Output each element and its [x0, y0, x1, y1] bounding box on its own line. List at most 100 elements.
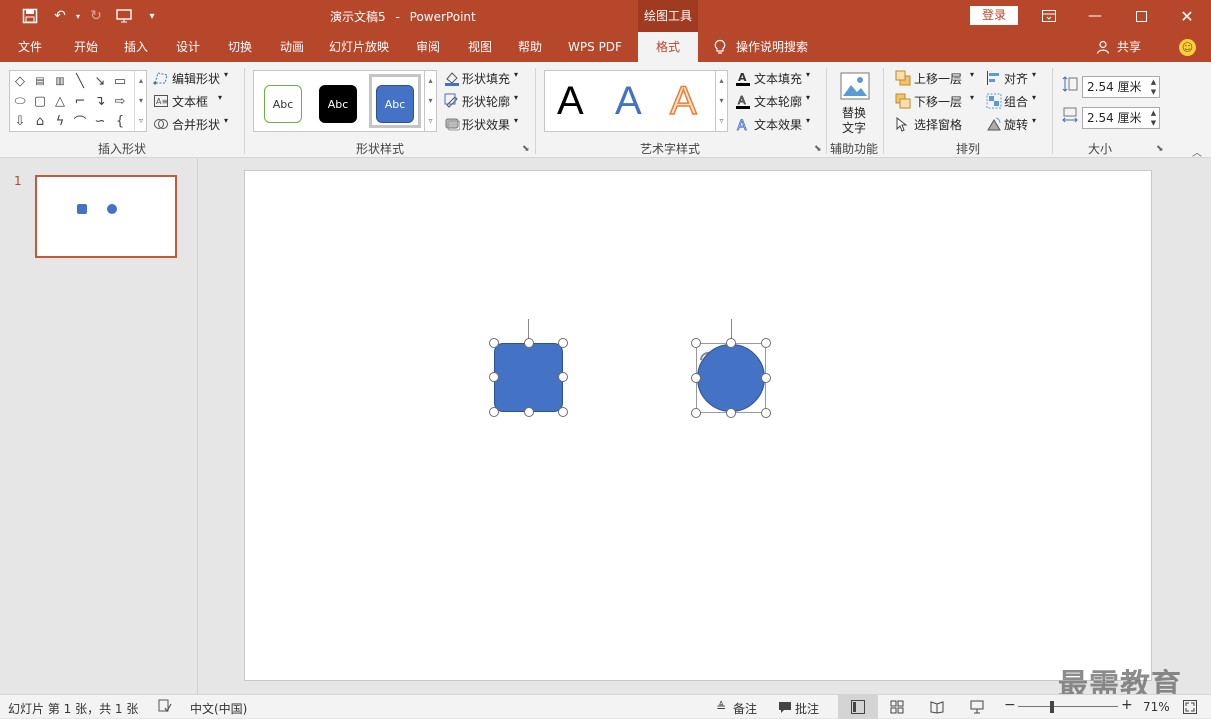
text-fill-dropdown-icon[interactable]: ▾ [806, 70, 810, 79]
text-effects-dropdown-icon[interactable]: ▾ [806, 116, 810, 125]
down-arrow-shape-icon[interactable]: ⇩ [11, 112, 29, 130]
collapse-ribbon-icon[interactable]: ︿ [1192, 144, 1202, 159]
diamond-shape-icon[interactable]: ◇ [11, 72, 29, 90]
tab-insert[interactable]: 插入 [114, 32, 158, 62]
shape-fill-button[interactable]: 形状填充 [462, 70, 510, 87]
smiley-feedback-icon[interactable]: ☺ [1179, 39, 1196, 56]
shape-outline-button[interactable]: 形状轮廓 [462, 93, 510, 110]
tab-review[interactable]: 审阅 [406, 32, 450, 62]
language-status[interactable]: 中文(中国) [190, 700, 247, 717]
size-dialog-launcher-icon[interactable]: ⬊ [1156, 144, 1164, 154]
textbox-shape-icon[interactable]: ▤ [31, 72, 49, 90]
shapes-gallery[interactable]: ◇ ▤ ▥ ╲ ↘ ▭ ⬭ ▢ △ ⌐ ↴ ⇨ ⇩ ⌂ ϟ ⌒ ∽ { ▴ ▾ ▿ [9, 70, 147, 132]
resize-handle-nw[interactable] [691, 338, 701, 348]
resize-handle-sw[interactable] [489, 407, 499, 417]
resize-handle-e[interactable] [761, 373, 771, 383]
freeform-shape-icon[interactable]: ⌂ [31, 112, 49, 130]
brace-shape-icon[interactable]: { [111, 112, 129, 130]
zoom-slider-thumb[interactable] [1050, 701, 1054, 713]
resize-handle-ne[interactable] [761, 338, 771, 348]
resize-handle-w[interactable] [489, 372, 499, 382]
share-button[interactable]: 共享 [1114, 32, 1144, 62]
merge-shapes-button[interactable]: 合并形状 [172, 116, 220, 133]
start-slideshow-icon[interactable] [114, 6, 134, 26]
close-icon[interactable]: ✕ [1164, 0, 1210, 32]
zoom-in-button[interactable]: + [1121, 697, 1133, 713]
arrow-line-shape-icon[interactable]: ↘ [91, 72, 109, 90]
bring-forward-dropdown-icon[interactable]: ▾ [970, 70, 974, 79]
share-person-icon[interactable] [1096, 40, 1110, 54]
group-button[interactable]: 组合 [1004, 93, 1028, 110]
ribbon-display-options-icon[interactable] [1026, 0, 1072, 32]
rotate-button[interactable]: 旋转 [1004, 116, 1028, 133]
reading-view-icon[interactable] [930, 700, 944, 717]
redo-icon[interactable]: ↻ [86, 6, 106, 26]
comments-button[interactable]: 批注 [795, 700, 819, 717]
shape-style-black[interactable]: Abc [319, 85, 357, 123]
rounded-rectangle-shape-icon[interactable]: ▢ [31, 92, 49, 110]
resize-handle-nw[interactable] [489, 338, 499, 348]
resize-handle-se[interactable] [761, 408, 771, 418]
elbow-arrow-shape-icon[interactable]: ↴ [91, 92, 109, 110]
fit-to-window-icon[interactable] [1183, 700, 1197, 717]
spell-check-icon[interactable] [158, 699, 172, 713]
text-outline-dropdown-icon[interactable]: ▾ [806, 93, 810, 102]
lightning-shape-icon[interactable]: ϟ [51, 112, 69, 130]
resize-handle-se[interactable] [558, 407, 568, 417]
group-dropdown-icon[interactable]: ▾ [1032, 93, 1036, 102]
undo-icon[interactable]: ↶ [50, 6, 70, 26]
save-icon[interactable] [20, 6, 40, 26]
zoom-out-button[interactable]: − [1004, 697, 1016, 713]
maximize-icon[interactable] [1118, 0, 1164, 32]
arc-shape-icon[interactable]: ⌒ [71, 112, 89, 131]
tab-help[interactable]: 帮助 [508, 32, 552, 62]
wordart-dialog-launcher-icon[interactable]: ⬊ [814, 144, 822, 154]
shapes-gallery-scroll[interactable]: ▴ ▾ ▿ [134, 71, 147, 131]
tab-design[interactable]: 设计 [166, 32, 210, 62]
resize-handle-s[interactable] [524, 407, 534, 417]
wordart-orange-outline[interactable]: A [669, 78, 697, 124]
tab-format[interactable]: 格式 [638, 32, 698, 62]
notes-button[interactable]: 备注 [733, 700, 757, 717]
oval-shape-icon[interactable]: ⬭ [11, 92, 29, 110]
shape-style-outline-green[interactable]: Abc [264, 85, 302, 123]
login-button[interactable]: 登录 [970, 6, 1018, 25]
shape-width-spinner-arrows[interactable]: ▲ ▼ [1148, 108, 1159, 128]
right-arrow-shape-icon[interactable]: ⇨ [111, 92, 129, 110]
elbow-connector-shape-icon[interactable]: ⌐ [71, 92, 89, 110]
shape-effects-dropdown-icon[interactable]: ▾ [514, 116, 518, 125]
comments-icon[interactable] [778, 700, 792, 714]
wordart-black[interactable]: A [557, 79, 584, 123]
wordart-gallery-scroll[interactable]: ▴ ▾ ▿ [716, 70, 728, 132]
bring-forward-button[interactable]: 上移一层 [914, 70, 962, 87]
tab-wps-pdf[interactable]: WPS PDF [560, 32, 630, 62]
edit-shape-dropdown-icon[interactable]: ▾ [224, 70, 228, 79]
shape-height-spinner-arrows[interactable]: ▲ ▼ [1148, 77, 1159, 97]
normal-view-button[interactable] [838, 695, 878, 719]
align-button[interactable]: 对齐 [1004, 70, 1028, 87]
text-fill-button[interactable]: 文本填充 [754, 70, 802, 87]
align-dropdown-icon[interactable]: ▾ [1032, 70, 1036, 79]
wordart-blue[interactable]: A [615, 79, 642, 123]
shape-fill-dropdown-icon[interactable]: ▾ [514, 70, 518, 79]
resize-handle-sw[interactable] [691, 408, 701, 418]
selection-pane-button[interactable]: 选择窗格 [914, 116, 962, 133]
tab-home[interactable]: 开始 [62, 32, 110, 62]
zoom-level[interactable]: 71% [1143, 700, 1170, 714]
slide-canvas[interactable] [244, 170, 1152, 681]
send-backward-dropdown-icon[interactable]: ▾ [970, 93, 974, 102]
notes-icon[interactable]: ≜ [716, 700, 730, 714]
vertical-textbox-shape-icon[interactable]: ▥ [51, 72, 69, 90]
tab-view[interactable]: 视图 [458, 32, 502, 62]
wordart-gallery[interactable]: A A A [544, 70, 716, 132]
merge-shapes-dropdown-icon[interactable]: ▾ [224, 116, 228, 125]
undo-dropdown-icon[interactable]: ▾ [68, 6, 88, 26]
resize-handle-n[interactable] [726, 338, 736, 348]
slide-sorter-view-icon[interactable] [890, 700, 904, 717]
resize-handle-n[interactable] [524, 338, 534, 348]
tell-me-search[interactable]: 操作说明搜索 [736, 32, 820, 62]
shape-styles-dialog-launcher-icon[interactable]: ⬊ [522, 144, 530, 154]
text-outline-button[interactable]: 文本轮廓 [754, 93, 802, 110]
text-effects-button[interactable]: 文本效果 [754, 116, 802, 133]
shape-style-blue[interactable]: Abc [376, 85, 414, 123]
